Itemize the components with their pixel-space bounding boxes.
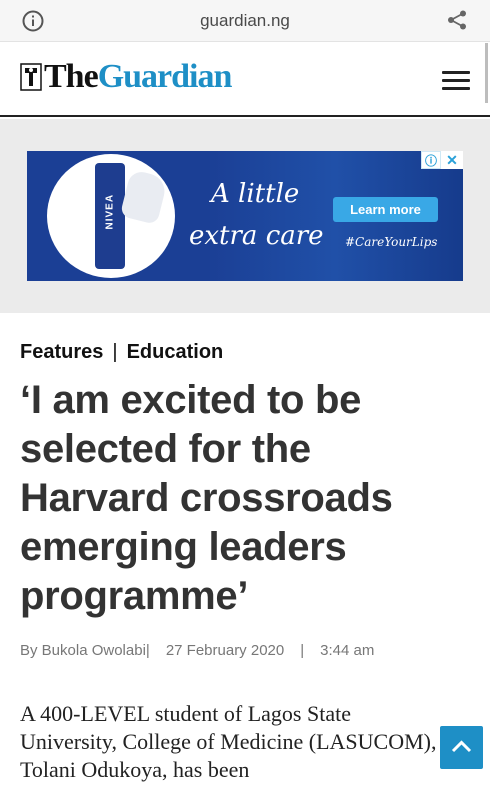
category-education-link[interactable]: Education <box>127 341 224 363</box>
logo-guardian: Guardian <box>97 58 233 95</box>
author-link[interactable]: By Bukola Owolabi <box>20 642 146 659</box>
byline-separator: | <box>300 642 305 659</box>
category-breadcrumb: Features | Education <box>20 341 223 364</box>
logo-the: The <box>44 58 99 95</box>
site-logo[interactable]: The Guardian <box>20 58 233 95</box>
byline-separator: | <box>145 642 150 659</box>
publish-date: 27 February 2020 <box>165 642 285 659</box>
category-features-link[interactable]: Features <box>20 341 103 363</box>
ad-brand: NIVEA <box>104 193 116 230</box>
scrollbar[interactable] <box>485 43 488 103</box>
ad-tagline-line1: A little <box>211 179 300 209</box>
ad-banner[interactable]: NIVEA A little extra care Learn more #Ca… <box>27 151 463 281</box>
url-text[interactable]: guardian.ng <box>0 11 490 31</box>
article-headline: ‘I am excited to be selected for the Har… <box>20 378 393 618</box>
back-to-top-button[interactable] <box>440 726 483 769</box>
publish-time: 3:44 am <box>320 642 375 659</box>
browser-url-bar: guardian.ng <box>0 0 490 42</box>
ad-container: NIVEA A little extra care Learn more #Ca… <box>0 119 490 313</box>
ad-hashtag: #CareYourLips <box>345 235 438 249</box>
article-body: A 400-LEVEL student of Lagos State Unive… <box>20 701 437 782</box>
adchoices-icon[interactable]: ⓘ <box>421 151 441 169</box>
chevron-up-icon <box>451 740 472 753</box>
guardian-crest-icon <box>20 63 42 91</box>
close-icon[interactable]: ✕ <box>441 151 463 169</box>
learn-more-button[interactable]: Learn more <box>333 197 438 222</box>
site-header: The Guardian <box>0 43 490 117</box>
category-separator: | <box>112 341 118 363</box>
ad-tagline-line2: extra care <box>189 221 324 251</box>
share-icon[interactable] <box>446 9 468 31</box>
hamburger-menu-icon[interactable] <box>442 71 470 91</box>
article-byline: By Bukola Owolabi| 27 February 2020 | 3:44 … <box>20 642 374 659</box>
